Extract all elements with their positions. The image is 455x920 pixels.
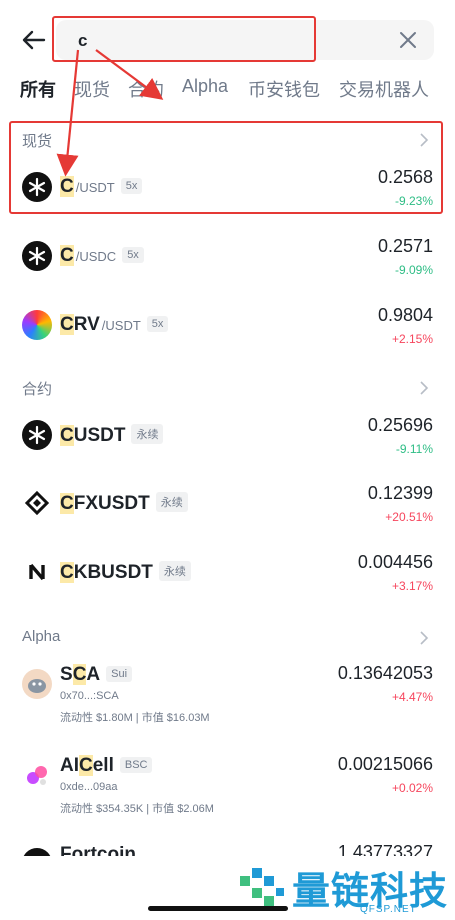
tab-futures[interactable]: 合约 xyxy=(128,76,164,102)
perpetual-badge: 永续 xyxy=(155,492,188,512)
alpha-section-title: Alpha xyxy=(22,628,61,645)
chevron-right-icon xyxy=(420,631,429,645)
last-price: 0.9804 xyxy=(377,305,433,325)
price-change: +4.47% xyxy=(391,690,433,704)
futures-row[interactable]: CUSDT 永续 0.25696 -9.11% xyxy=(0,413,455,459)
token-symbol: Fortcoin xyxy=(60,844,136,856)
futures-row[interactable]: CKBUSDT 永续 0.004456 +3.17% xyxy=(0,550,455,596)
leverage-badge: 5x xyxy=(146,316,169,332)
last-price: 0.13642053 xyxy=(337,663,433,683)
last-price: 0.2571 xyxy=(377,236,433,256)
contract-symbol: CUSDT 永续 xyxy=(60,424,164,447)
futures-section-title: 合约 xyxy=(22,381,53,398)
last-price: 0.004456 xyxy=(357,552,433,572)
price-change: -9.11% xyxy=(395,442,433,456)
watermark-domain: QFSP.NET xyxy=(360,904,417,915)
liquidity-mcap: 流动性 $354.35K | 市值 $2.06M xyxy=(60,803,214,815)
token-symbol: SCA Sui xyxy=(60,664,133,686)
tab-all[interactable]: 所有 xyxy=(20,76,56,102)
search-annotation-box xyxy=(52,16,316,62)
last-price: 0.00215066 xyxy=(337,754,433,774)
spot-row[interactable]: C/USDC 5x 0.2571 -9.09% xyxy=(0,234,455,280)
contract-address: 0xde...09aa xyxy=(60,781,118,793)
perpetual-badge: 永续 xyxy=(131,424,164,444)
futures-section-header[interactable]: 合约 xyxy=(0,374,455,402)
alpha-row[interactable]: Fortcoin 1.43773327 xyxy=(0,842,455,856)
contract-symbol: CFXUSDT 永续 xyxy=(60,492,188,515)
last-price: 1.43773327 xyxy=(337,842,433,856)
c-coin-icon xyxy=(22,420,52,450)
chevron-right-icon xyxy=(420,381,429,395)
perpetual-badge: 永续 xyxy=(158,561,191,581)
price-change: -9.09% xyxy=(394,263,433,277)
tab-binance-wallet[interactable]: 币安钱包 xyxy=(248,76,320,102)
chain-badge: BSC xyxy=(119,757,153,773)
token-symbol: AICell BSC xyxy=(60,755,153,777)
last-price: 0.25696 xyxy=(367,415,433,435)
last-price: 0.12399 xyxy=(367,483,433,503)
result-annotation-box xyxy=(9,121,443,214)
tab-alpha[interactable]: Alpha xyxy=(182,76,228,97)
sca-coin-icon xyxy=(22,669,52,699)
aicell-coin-icon xyxy=(22,760,52,790)
liquidity-mcap: 流动性 $1.80M | 市值 $16.03M xyxy=(60,712,210,724)
spot-row[interactable]: CRV/USDT 5x 0.9804 +2.15% xyxy=(0,303,455,349)
contract-address: 0x70...:SCA xyxy=(60,690,119,702)
price-change: +0.02% xyxy=(391,781,433,795)
pair-symbol: CRV/USDT 5x xyxy=(60,314,169,336)
back-arrow-icon[interactable] xyxy=(20,28,48,52)
category-tabs: 所有 现货 合约 Alpha 币安钱包 交易机器人 xyxy=(0,76,455,106)
clear-search-icon[interactable] xyxy=(398,30,418,50)
alpha-row[interactable]: SCA Sui 0x70...:SCA 流动性 $1.80M | 市值 $16.0… xyxy=(0,660,455,730)
price-change: +2.15% xyxy=(391,332,433,346)
ckb-coin-icon xyxy=(22,557,52,587)
fortcoin-coin-icon xyxy=(22,848,52,856)
pair-symbol: C/USDC 5x xyxy=(60,245,144,267)
c-coin-icon xyxy=(22,241,52,271)
tab-spot[interactable]: 现货 xyxy=(74,76,110,102)
alpha-section-header[interactable]: Alpha xyxy=(0,624,455,652)
leverage-badge: 5x xyxy=(122,247,144,263)
contract-symbol: CKBUSDT 永续 xyxy=(60,561,191,584)
crv-coin-icon xyxy=(22,310,52,340)
home-indicator xyxy=(148,906,288,911)
alpha-row[interactable]: AICell BSC 0xde...09aa 流动性 $354.35K | 市值 … xyxy=(0,751,455,821)
tab-trading-bots[interactable]: 交易机器人 xyxy=(339,76,429,102)
chain-badge: Sui xyxy=(106,666,133,682)
price-change: +3.17% xyxy=(391,579,433,593)
futures-row[interactable]: CFXUSDT 永续 0.12399 +20.51% xyxy=(0,481,455,527)
cfx-coin-icon xyxy=(22,488,52,518)
price-change: +20.51% xyxy=(385,510,433,524)
